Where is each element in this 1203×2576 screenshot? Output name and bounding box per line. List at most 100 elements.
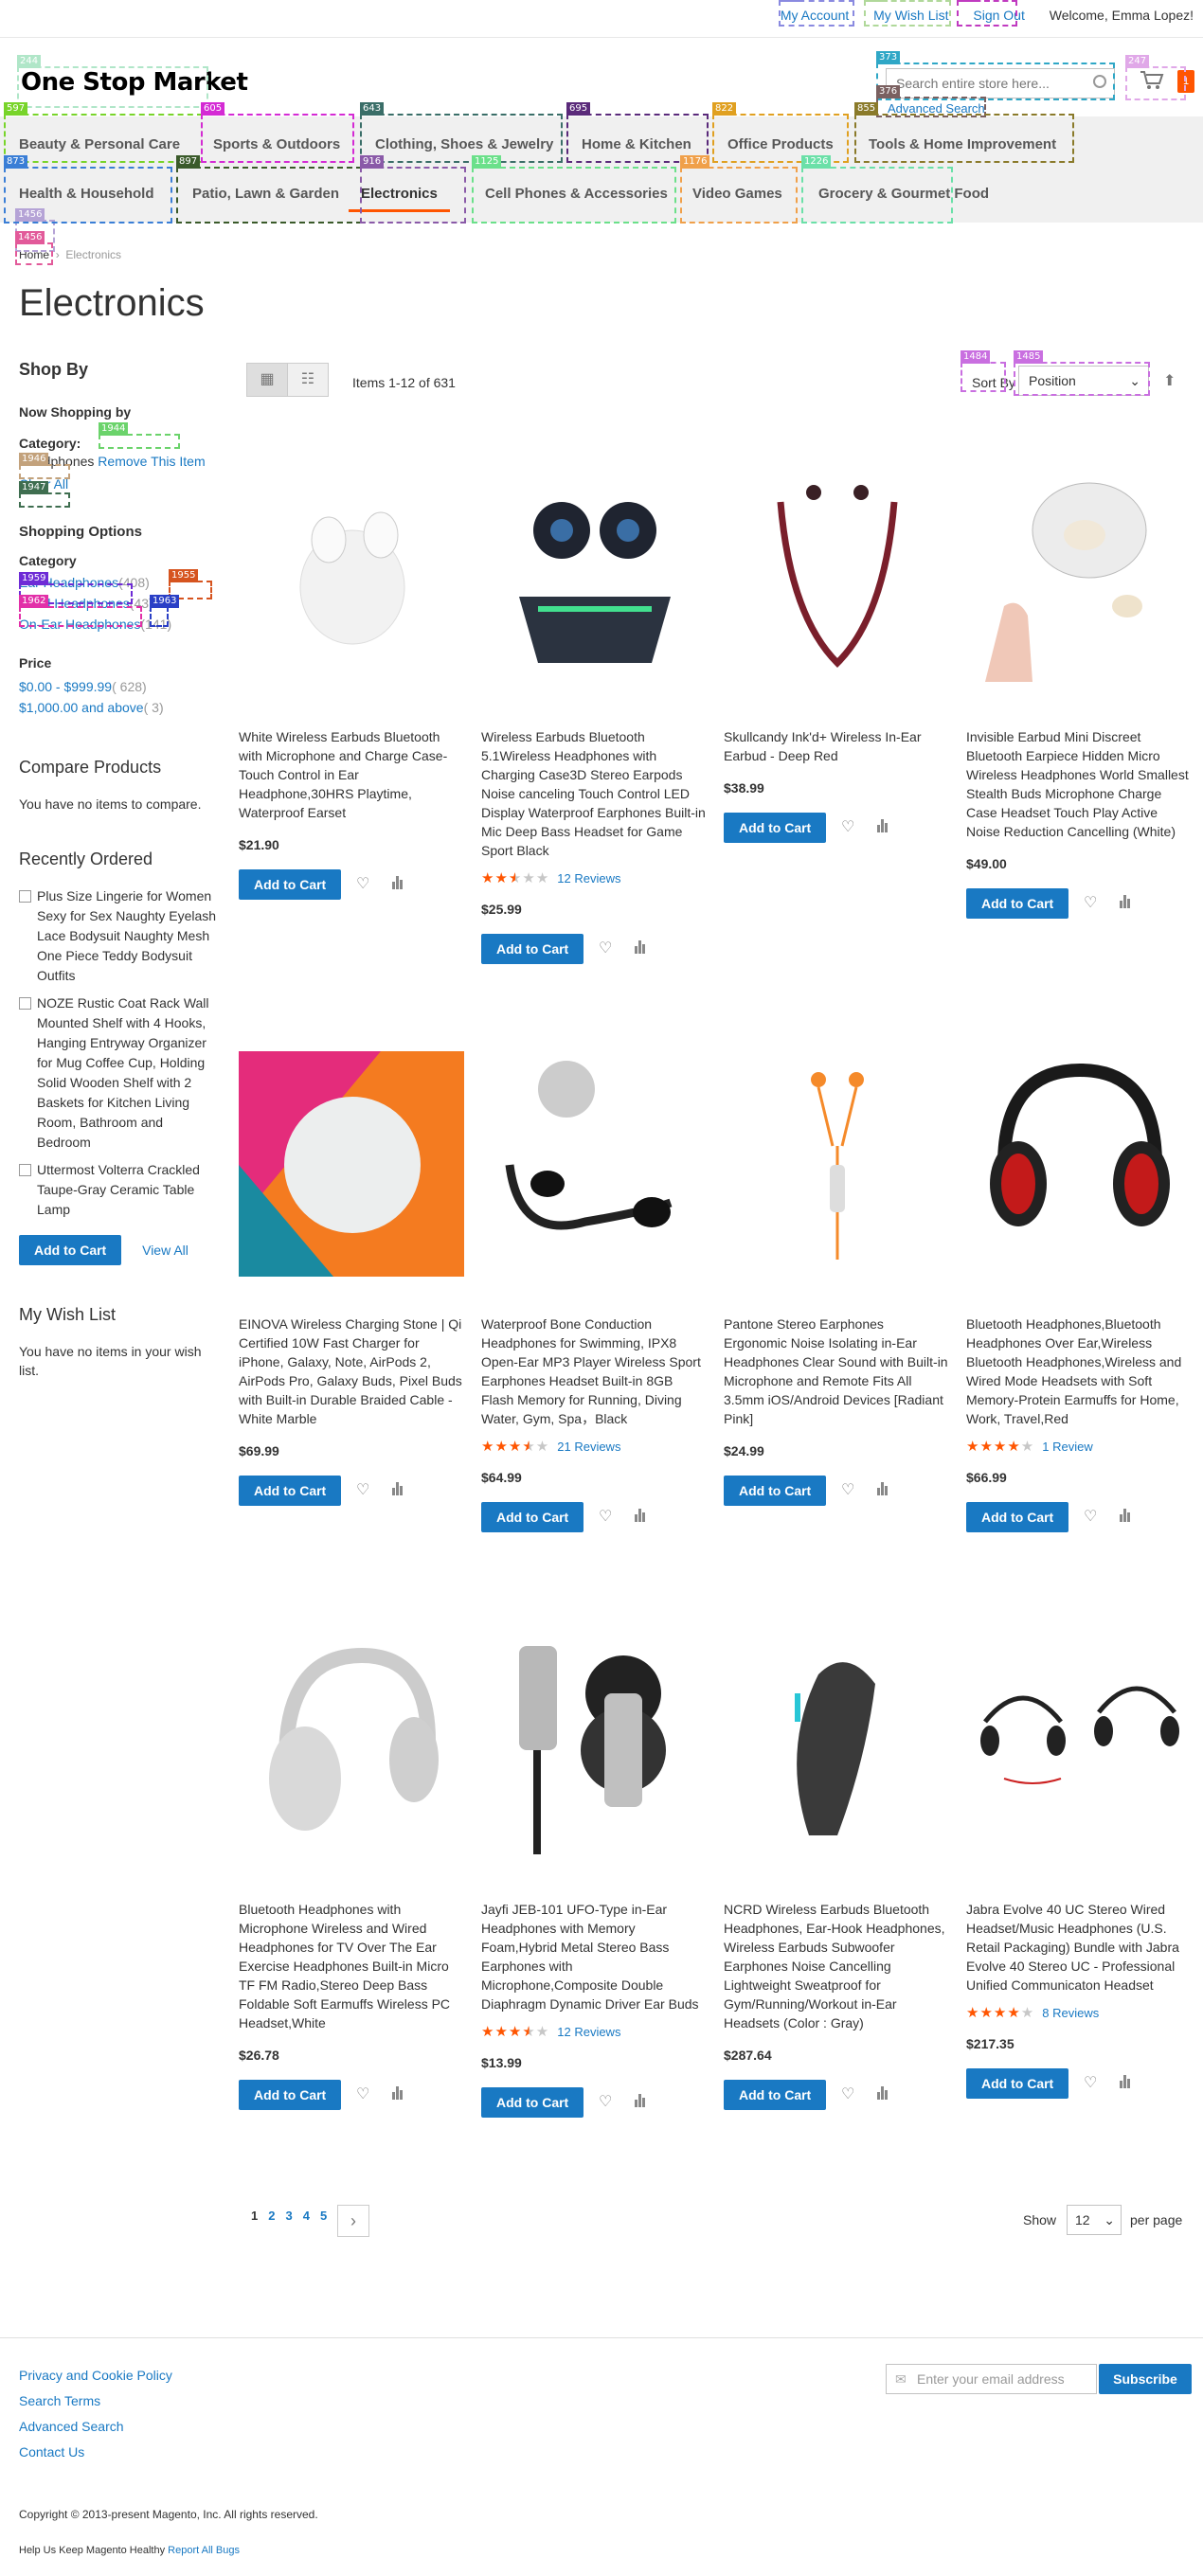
nav-clothing[interactable]: Clothing, Shoes & Jewelry [375, 136, 553, 152]
page-4[interactable]: 4 [303, 2209, 310, 2223]
breadcrumb-home[interactable]: Home [19, 248, 49, 261]
cart-count-badge[interactable]: 1 [1177, 70, 1194, 93]
add-to-cart-button[interactable]: Add to Cart [724, 813, 827, 843]
add-to-cart-button[interactable]: Add to Cart [239, 869, 342, 900]
nav-beauty[interactable]: Beauty & Personal Care [19, 136, 180, 152]
price-option[interactable]: $1,000.00 and above( 3) [19, 697, 218, 718]
compare-icon[interactable] [635, 940, 646, 954]
compare-icon[interactable] [877, 1482, 889, 1495]
add-to-cart-button[interactable]: Add to Cart [966, 888, 1069, 919]
privacy-link[interactable]: Privacy and Cookie Policy [19, 2368, 172, 2383]
search-terms-link[interactable]: Search Terms [19, 2393, 100, 2408]
product-image[interactable] [239, 1637, 464, 1862]
heart-icon[interactable]: ♡ [356, 874, 369, 893]
reviews-link[interactable]: 21 Reviews [557, 1440, 620, 1454]
product-image[interactable] [966, 1051, 1192, 1277]
product-image[interactable] [966, 464, 1192, 689]
compare-icon[interactable] [392, 2086, 404, 2100]
my-account-link[interactable]: My Account [781, 8, 849, 23]
nav-health[interactable]: Health & Household [19, 186, 154, 202]
recent-item-checkbox[interactable] [19, 890, 31, 903]
list-view-icon[interactable]: ☷ [286, 363, 329, 397]
compare-icon[interactable] [1120, 1509, 1131, 1522]
recent-item-checkbox[interactable] [19, 1164, 31, 1176]
product-name[interactable]: Wireless Earbuds Bluetooth 5.1Wireless H… [481, 727, 707, 860]
product-image[interactable] [966, 1637, 1192, 1862]
per-page-select[interactable]: 12 ⌄ [1067, 2205, 1122, 2235]
nav-patio[interactable]: Patio, Lawn & Garden [192, 186, 339, 202]
page-5[interactable]: 5 [320, 2209, 327, 2223]
product-name[interactable]: Waterproof Bone Conduction Headphones fo… [481, 1315, 707, 1428]
page-3[interactable]: 3 [285, 2209, 292, 2223]
subscribe-button[interactable]: Subscribe [1099, 2364, 1192, 2394]
nav-tools[interactable]: Tools & Home Improvement [869, 136, 1056, 152]
sign-out-link[interactable]: Sign Out [973, 8, 1024, 23]
remove-filter-link[interactable]: Remove This Item [98, 454, 205, 469]
add-to-cart-button[interactable]: Add to Cart [239, 2080, 342, 2110]
product-image[interactable] [481, 1637, 707, 1862]
heart-icon[interactable]: ♡ [1084, 893, 1097, 912]
newsletter-email-input[interactable]: ✉ Enter your email address [886, 2364, 1097, 2394]
price-option[interactable]: $0.00 - $999.99( 628) [19, 676, 218, 697]
my-wishlist-link[interactable]: My Wish List [873, 8, 948, 23]
compare-icon[interactable] [877, 2086, 889, 2100]
product-image[interactable] [239, 464, 464, 689]
report-bugs-link[interactable]: Report All Bugs [168, 2545, 240, 2556]
add-to-cart-button[interactable]: Add to Cart [966, 1502, 1069, 1532]
reviews-link[interactable]: 8 Reviews [1042, 2006, 1099, 2020]
nav-grocery[interactable]: Grocery & Gourmet Food [818, 186, 989, 202]
reviews-link[interactable]: 12 Reviews [557, 871, 620, 886]
product-image[interactable] [724, 1637, 949, 1862]
advanced-search-link[interactable]: Advanced Search [888, 101, 985, 116]
store-logo[interactable]: One Stop Market [21, 68, 248, 97]
category-option[interactable]: Hand Headphones(43) [19, 593, 218, 614]
nav-electronics[interactable]: Electronics [349, 186, 450, 212]
heart-icon[interactable]: ♡ [599, 2092, 612, 2111]
add-to-cart-button[interactable]: Add to Cart [724, 2080, 827, 2110]
footer-advanced-search-link[interactable]: Advanced Search [19, 2419, 124, 2434]
next-page-icon[interactable]: › [337, 2205, 369, 2237]
reviews-link[interactable]: 1 Review [1042, 1440, 1092, 1454]
product-name[interactable]: Bluetooth Headphones with Microphone Wir… [239, 1900, 464, 2032]
heart-icon[interactable]: ♡ [356, 2084, 369, 2103]
heart-icon[interactable]: ♡ [599, 1507, 612, 1526]
add-to-cart-button[interactable]: Add to Cart [239, 1476, 342, 1506]
product-name[interactable]: EINOVA Wireless Charging Stone | Qi Cert… [239, 1315, 464, 1428]
product-image[interactable] [724, 1051, 949, 1277]
product-name[interactable]: NCRD Wireless Earbuds Bluetooth Headphon… [724, 1900, 949, 2032]
heart-icon[interactable]: ♡ [841, 2084, 854, 2103]
search-icon[interactable] [1093, 75, 1106, 88]
product-name[interactable]: Jabra Evolve 40 UC Stereo Wired Headset/… [966, 1900, 1192, 1995]
add-to-cart-button[interactable]: Add to Cart [481, 1502, 584, 1532]
add-to-cart-button[interactable]: Add to Cart [481, 2087, 584, 2118]
compare-icon[interactable] [392, 876, 404, 889]
heart-icon[interactable]: ♡ [841, 1480, 854, 1499]
product-name[interactable]: Jayfi JEB-101 UFO-Type in-Ear Headphones… [481, 1900, 707, 2013]
product-name[interactable]: Bluetooth Headphones,Bluetooth Headphone… [966, 1315, 1192, 1428]
search-input[interactable] [887, 69, 1086, 98]
heart-icon[interactable]: ♡ [356, 1480, 369, 1499]
nav-office[interactable]: Office Products [727, 136, 834, 152]
compare-icon[interactable] [877, 819, 889, 832]
nav-video-games[interactable]: Video Games [692, 186, 782, 202]
compare-icon[interactable] [635, 1509, 646, 1522]
nav-sports[interactable]: Sports & Outdoors [213, 136, 340, 152]
sort-direction-icon[interactable]: ⬆ [1163, 371, 1176, 390]
heart-icon[interactable]: ♡ [1084, 1507, 1097, 1526]
compare-icon[interactable] [392, 1482, 404, 1495]
add-to-cart-button[interactable]: Add to Cart [481, 934, 584, 964]
sort-by-select[interactable]: Position ⌄ [1018, 366, 1149, 396]
product-name[interactable]: White Wireless Earbuds Bluetooth with Mi… [239, 727, 464, 822]
cart-icon[interactable] [1140, 70, 1164, 91]
product-image[interactable] [481, 1051, 707, 1277]
add-to-cart-button[interactable]: Add to Cart [966, 2068, 1069, 2099]
product-image[interactable] [239, 1051, 464, 1277]
compare-icon[interactable] [1120, 895, 1131, 908]
nav-home-kitchen[interactable]: Home & Kitchen [582, 136, 691, 152]
product-image[interactable] [724, 464, 949, 689]
compare-icon[interactable] [635, 2094, 646, 2107]
recent-add-to-cart-button[interactable]: Add to Cart [19, 1235, 122, 1265]
grid-view-icon[interactable]: ▦ [246, 363, 288, 397]
category-option[interactable]: On-Ear Headphones(141) [19, 614, 218, 635]
product-image[interactable] [481, 464, 707, 689]
